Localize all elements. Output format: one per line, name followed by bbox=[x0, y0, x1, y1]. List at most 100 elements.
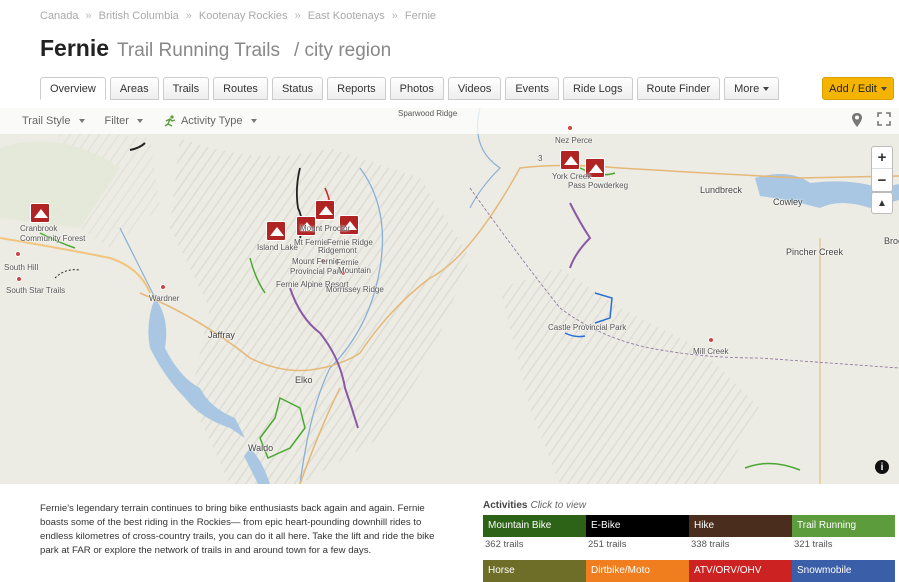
tab-status[interactable]: Status bbox=[271, 77, 324, 100]
activity-horse[interactable]: Horse bbox=[483, 560, 586, 582]
breadcrumb-canada[interactable]: Canada bbox=[40, 10, 79, 22]
info-icon: i bbox=[880, 461, 884, 473]
zoom-controls: + − bbox=[871, 146, 893, 192]
activity-count: 338 trails bbox=[691, 539, 730, 550]
map-label: Mill Creek bbox=[693, 347, 729, 356]
activity-band[interactable]: Hike bbox=[689, 515, 792, 537]
tab-route-finder[interactable]: Route Finder bbox=[636, 77, 721, 100]
activity-band[interactable]: ATV/ORV/OHV bbox=[689, 560, 792, 582]
activity-band[interactable]: E-Bike bbox=[586, 515, 689, 537]
map-label: Cowley bbox=[773, 197, 803, 207]
fullscreen-icon[interactable] bbox=[877, 112, 891, 126]
tab-more[interactable]: More bbox=[724, 77, 780, 100]
breadcrumb-east-kootenays[interactable]: East Kootenays bbox=[308, 10, 385, 22]
tab-label: Areas bbox=[119, 82, 149, 95]
activity-band[interactable]: Dirtbike/Moto bbox=[586, 560, 689, 582]
compass-arrow-icon: ▲ bbox=[877, 197, 887, 209]
tab-label: Status bbox=[281, 82, 314, 95]
tab-reports[interactable]: Reports bbox=[327, 77, 386, 100]
tab-bar: Overview Areas Trails Routes Status Repo… bbox=[40, 77, 780, 100]
trail-style-label: Trail Style bbox=[22, 115, 71, 127]
map-label: Provincial Park bbox=[290, 267, 344, 276]
activity-atv-orv-ohv[interactable]: ATV/ORV/OHV bbox=[689, 560, 792, 582]
map-label: Mount Proctor bbox=[300, 224, 351, 233]
map-label: Island Lake bbox=[257, 243, 298, 252]
map-poi-marker[interactable] bbox=[16, 276, 22, 282]
chevron-down-icon bbox=[78, 119, 85, 123]
tab-overview[interactable]: Overview bbox=[40, 77, 106, 100]
activities-grid: Mountain Bike 362 trails E-Bike 251 trai… bbox=[483, 515, 895, 582]
filter-label: Filter bbox=[104, 115, 129, 127]
breadcrumb-fernie[interactable]: Fernie bbox=[405, 10, 436, 22]
breadcrumb-british-columbia[interactable]: British Columbia bbox=[99, 10, 179, 22]
area-marker-mt-fernie[interactable] bbox=[315, 200, 335, 220]
map-label: Community Forest bbox=[20, 234, 86, 243]
map-poi-marker[interactable] bbox=[567, 125, 573, 131]
tab-ride-logs[interactable]: Ride Logs bbox=[562, 77, 633, 100]
page-title: Fernie Trail Running Trails / city regio… bbox=[40, 35, 391, 62]
trail-style-dropdown[interactable]: Trail Style bbox=[22, 115, 85, 127]
map-label: Cranbrook bbox=[20, 224, 58, 233]
chevron-down-icon bbox=[136, 119, 143, 123]
page-title-main: Fernie bbox=[40, 35, 110, 61]
map-label: Pincher Creek bbox=[786, 247, 844, 257]
map-poi-marker[interactable] bbox=[160, 284, 166, 290]
activities-hint: Click to view bbox=[530, 500, 587, 511]
tab-areas[interactable]: Areas bbox=[109, 77, 159, 100]
activity-band[interactable]: Trail Running bbox=[792, 515, 895, 537]
map-tool-icons bbox=[851, 112, 891, 128]
zoom-in-button[interactable]: + bbox=[872, 147, 892, 169]
tab-label: Videos bbox=[457, 82, 492, 95]
tab-label: Route Finder bbox=[646, 82, 711, 95]
area-marker-cranbrook[interactable] bbox=[30, 203, 50, 223]
zoom-out-button[interactable]: − bbox=[872, 169, 892, 191]
breadcrumb-kootenay-rockies[interactable]: Kootenay Rockies bbox=[199, 10, 288, 22]
tab-label: Overview bbox=[50, 82, 96, 95]
chevron-down-icon bbox=[250, 119, 257, 123]
area-marker-island-lake[interactable] bbox=[266, 221, 286, 241]
activity-type-dropdown[interactable]: Activity Type bbox=[163, 115, 257, 127]
map-label: Mount Fernie bbox=[292, 257, 340, 266]
activity-mountain-bike[interactable]: Mountain Bike 362 trails bbox=[483, 515, 586, 550]
tab-label: Trails bbox=[172, 82, 200, 95]
tab-trails[interactable]: Trails bbox=[162, 77, 210, 100]
breadcrumb: Canada » British Columbia » Kootenay Roc… bbox=[40, 10, 436, 22]
map-label: Wardner bbox=[149, 294, 180, 303]
activities-panel: Activities Click to view Mountain Bike 36… bbox=[483, 500, 895, 582]
map-label: Lundbreck bbox=[700, 185, 743, 195]
activity-count: 362 trails bbox=[485, 539, 524, 550]
activity-type-label: Activity Type bbox=[180, 115, 243, 127]
map-terrain bbox=[0, 108, 899, 484]
map-label: Nez Perce bbox=[555, 136, 593, 145]
map-info-button[interactable]: i bbox=[875, 460, 889, 474]
compass-button[interactable]: ▲ bbox=[871, 192, 893, 214]
add-edit-label: Add / Edit bbox=[829, 82, 877, 95]
tab-videos[interactable]: Videos bbox=[447, 77, 502, 100]
filter-dropdown[interactable]: Filter bbox=[105, 115, 143, 127]
activities-heading-label: Activities bbox=[483, 500, 528, 511]
activity-hike[interactable]: Hike 338 trails bbox=[689, 515, 792, 550]
activity-band[interactable]: Mountain Bike bbox=[483, 515, 586, 537]
tab-routes[interactable]: Routes bbox=[213, 77, 268, 100]
activity-band[interactable]: Horse bbox=[483, 560, 586, 582]
activity-count: 321 trails bbox=[794, 539, 833, 550]
location-pin-icon[interactable] bbox=[851, 112, 863, 128]
breadcrumb-separator: » bbox=[391, 10, 398, 22]
map-poi-marker[interactable] bbox=[15, 251, 21, 257]
trail-map[interactable]: Trail Style Filter Activity Type + − ▲ i… bbox=[0, 108, 899, 484]
area-marker-york-creek[interactable] bbox=[560, 150, 580, 170]
region-description: Fernie's legendary terrain continues to … bbox=[40, 503, 435, 556]
activity-dirtbike-moto[interactable]: Dirtbike/Moto bbox=[586, 560, 689, 582]
map-poi-marker[interactable] bbox=[708, 337, 714, 343]
map-label: Sparwood Ridge bbox=[398, 109, 458, 118]
map-label: Ridgemont bbox=[318, 246, 357, 255]
activity-band[interactable]: Snowmobile bbox=[792, 560, 895, 582]
activity-trail-running[interactable]: Trail Running 321 trails bbox=[792, 515, 895, 550]
tab-events[interactable]: Events bbox=[505, 77, 559, 100]
add-edit-button[interactable]: Add / Edit bbox=[822, 77, 894, 100]
map-label: Jaffray bbox=[208, 330, 235, 340]
activity-snowmobile[interactable]: Snowmobile bbox=[792, 560, 895, 582]
tab-label: Routes bbox=[223, 82, 258, 95]
tab-photos[interactable]: Photos bbox=[389, 77, 444, 100]
activity-e-bike[interactable]: E-Bike 251 trails bbox=[586, 515, 689, 550]
